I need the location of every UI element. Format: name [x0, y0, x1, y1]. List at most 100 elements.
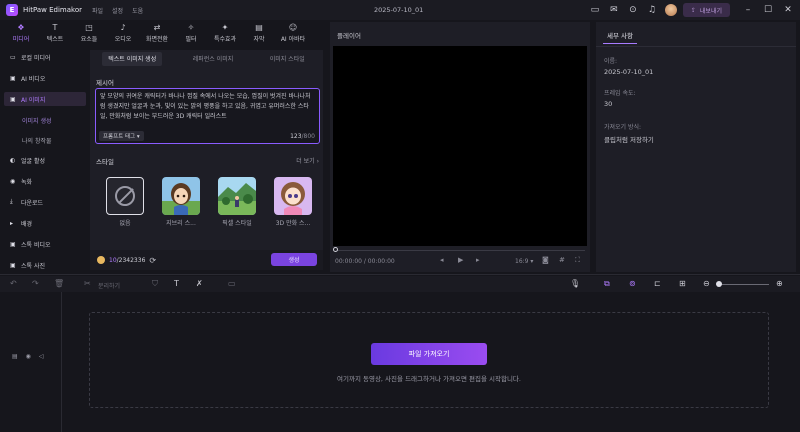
tab-media[interactable]: ❖ 미디어 — [4, 20, 38, 46]
tab-audio[interactable]: ♪ 오디오 — [106, 20, 140, 46]
menu-help[interactable]: 도움 — [132, 6, 143, 15]
style-card-none[interactable]: 없음 — [106, 177, 144, 227]
delete-icon[interactable]: 🗑 — [54, 279, 64, 288]
tab-image-style[interactable]: 이미지 스타일 — [264, 52, 311, 66]
ai-image-icon: ▣ — [10, 95, 16, 103]
magnet-icon[interactable]: ⊚ — [629, 279, 636, 288]
tab-effects[interactable]: ✦ 특수효과 — [208, 20, 242, 46]
menu-file[interactable]: 파일 — [92, 6, 103, 15]
tab-subtitle[interactable]: ▤ 자막 — [242, 20, 276, 46]
style-card-ghibli[interactable]: 지브리 스... — [162, 177, 200, 227]
maximize-icon[interactable]: ☐ — [760, 5, 776, 15]
layout-icon[interactable]: ▭ — [589, 4, 601, 16]
nav-my-creations[interactable]: 나의 창작물 — [4, 133, 86, 147]
nav-background[interactable]: ▸ 배경 — [4, 216, 86, 230]
next-frame-icon[interactable]: ▸ — [476, 256, 480, 264]
undo-icon[interactable]: ↶ — [10, 279, 17, 288]
tab-elements[interactable]: ◳ 요소들 — [72, 20, 106, 46]
progress-track[interactable] — [335, 250, 585, 251]
media-drop-zone[interactable]: 파일 가져오기 여기까지 동영상, 사진을 드래그하거나 가져오면 편집을 시작… — [89, 312, 769, 408]
style-thumbnail-ghibli-girl — [162, 177, 200, 215]
redo-icon[interactable]: ↷ — [32, 279, 39, 288]
aspect-ratio-value: 16:9 — [515, 258, 529, 265]
zoom-in-icon[interactable]: ⊕ — [776, 279, 783, 288]
nav-image-generate[interactable]: 이미지 생성 — [4, 113, 86, 127]
feedback-icon[interactable]: ✉ — [608, 4, 620, 16]
grid-icon[interactable]: # — [559, 256, 565, 264]
zoom-handle[interactable] — [716, 281, 722, 287]
nav-record[interactable]: ◉ 녹화 — [4, 174, 86, 188]
tab-filter[interactable]: ✧ 필터 — [174, 20, 208, 46]
download-icon[interactable]: ⊙ — [627, 4, 639, 16]
more-styles-link[interactable]: 더 보기 › — [296, 156, 319, 165]
tab-label: 텍스트 — [46, 35, 64, 43]
tab-details[interactable]: 세부 사항 — [603, 27, 637, 44]
export-button[interactable]: ⇪ 내보내기 — [682, 3, 730, 17]
player-screen[interactable] — [333, 46, 587, 268]
minimize-icon[interactable]: – — [740, 5, 756, 15]
text-icon: T — [52, 22, 58, 32]
split-label[interactable]: 분리하기 — [98, 281, 120, 290]
upload-icon: ⇪ — [690, 6, 696, 14]
style-card-3d-cartoon[interactable]: 3D 만화 스... — [274, 177, 312, 227]
tab-transition[interactable]: ⇄ 화면전환 — [140, 20, 174, 46]
name-value: 2025-07-10_01 — [604, 68, 654, 76]
nav-stock-video[interactable]: ▣ 스톡 비디오 — [4, 237, 86, 251]
import-mode-label: 가져오기 방식: — [604, 124, 642, 131]
generation-tabs: 텍스트 이미지 생성 레퍼런스 이미지 이미지 스타일 — [90, 52, 323, 66]
refresh-icon[interactable]: ⟳ — [149, 256, 156, 265]
tab-label: 필터 — [185, 35, 197, 43]
avatar[interactable] — [664, 4, 677, 16]
player-controls: 00:00:00 / 00:00:00 ◂ ▶ ▸ 16:9 ▾ ◙ # ⛶ — [330, 246, 590, 270]
split-icon[interactable]: ✂ — [84, 279, 91, 288]
tab-ai-avatar[interactable]: ☺ AI 아바타 — [276, 20, 310, 46]
track-film-icon[interactable]: ▤ — [12, 353, 18, 360]
aspect-ratio-select[interactable]: 16:9 ▾ — [515, 258, 533, 265]
panel-divider[interactable] — [0, 274, 800, 275]
timeline-area: 파일 가져오기 여기까지 동영상, 사진을 드래그하거나 가져오면 편집을 시작… — [63, 292, 800, 432]
app-logo: E — [6, 4, 18, 16]
tool-tabs: ❖ 미디어 T 텍스트 ◳ 요소들 ♪ 오디오 ⇄ 화면전환 ✧ 필터 ✦ 특수효과 ▤ 자막 ☺ AI 아바타 — [0, 20, 340, 46]
zoom-out-icon[interactable]: ⊖ — [703, 279, 710, 288]
trim-icon[interactable]: ⊏ — [654, 279, 661, 288]
style-list: 없음 지브리 스... 픽셀 스타일 3D 만화 스... — [106, 177, 312, 227]
nav-ai-video[interactable]: ▣ AI 비디오 — [4, 71, 86, 85]
fullscreen-icon[interactable]: ⛶ — [575, 256, 580, 265]
notification-icon[interactable]: ♫ — [646, 4, 658, 16]
ai-image-panel: 텍스트 이미지 생성 레퍼런스 이미지 이미지 스타일 제시어 앞 모양의 귀여… — [90, 50, 323, 270]
progress-handle[interactable] — [333, 247, 338, 252]
nav-download[interactable]: ⤓ 다운로드 — [4, 195, 86, 209]
prev-frame-icon[interactable]: ◂ — [440, 256, 444, 264]
import-file-button[interactable]: 파일 가져오기 — [371, 343, 487, 365]
tab-label: 오디오 — [114, 35, 132, 43]
text-tool-icon[interactable]: T — [174, 279, 179, 288]
menu-settings[interactable]: 설정 — [112, 6, 123, 15]
link-toggle-icon[interactable]: ⧉ — [604, 279, 610, 289]
play-icon[interactable]: ▶ — [458, 256, 463, 264]
close-icon[interactable]: ✕ — [780, 5, 796, 15]
fit-icon[interactable]: ⊞ — [679, 279, 686, 288]
prompt-char-count: 123/800 — [290, 133, 315, 140]
prompt-footer: 프롬프트 태그 ▾ 123/800 — [95, 129, 319, 143]
zoom-slider[interactable] — [719, 284, 769, 285]
crop-icon[interactable]: ▭ — [228, 279, 236, 288]
prompt-tag-dropdown[interactable]: 프롬프트 태그 ▾ — [99, 131, 144, 141]
microphone-icon[interactable]: 🎙 — [570, 279, 580, 288]
track-header: ▤ ◉ ◁ — [0, 292, 62, 432]
nav-ai-image[interactable]: ▣ AI 이미지 — [4, 92, 86, 106]
snapshot-icon[interactable]: ◙ — [542, 256, 549, 264]
tab-text[interactable]: T 텍스트 — [38, 20, 72, 46]
tab-text-to-image[interactable]: 텍스트 이미지 생성 — [102, 52, 163, 66]
clear-format-icon[interactable]: ✗ — [196, 279, 203, 288]
generate-button[interactable]: 생성 — [271, 253, 317, 266]
tab-reference-image[interactable]: 레퍼런스 이미지 — [187, 52, 240, 66]
nav-face-activate[interactable]: ◐ 얼굴 활성 — [4, 153, 86, 167]
track-visibility-icon[interactable]: ◉ — [26, 353, 31, 360]
style-thumbnail-landscape — [218, 177, 256, 215]
style-card-pixel[interactable]: 픽셀 스타일 — [218, 177, 256, 227]
nav-local-media[interactable]: ▭ 로컬 미디어 — [4, 50, 86, 64]
nav-stock-photo[interactable]: ▣ 스톡 사진 — [4, 258, 86, 272]
shield-icon[interactable]: ⛉ — [152, 279, 158, 289]
track-audio-icon[interactable]: ◁ — [39, 353, 44, 360]
player-title: 플레이어 — [337, 32, 361, 40]
